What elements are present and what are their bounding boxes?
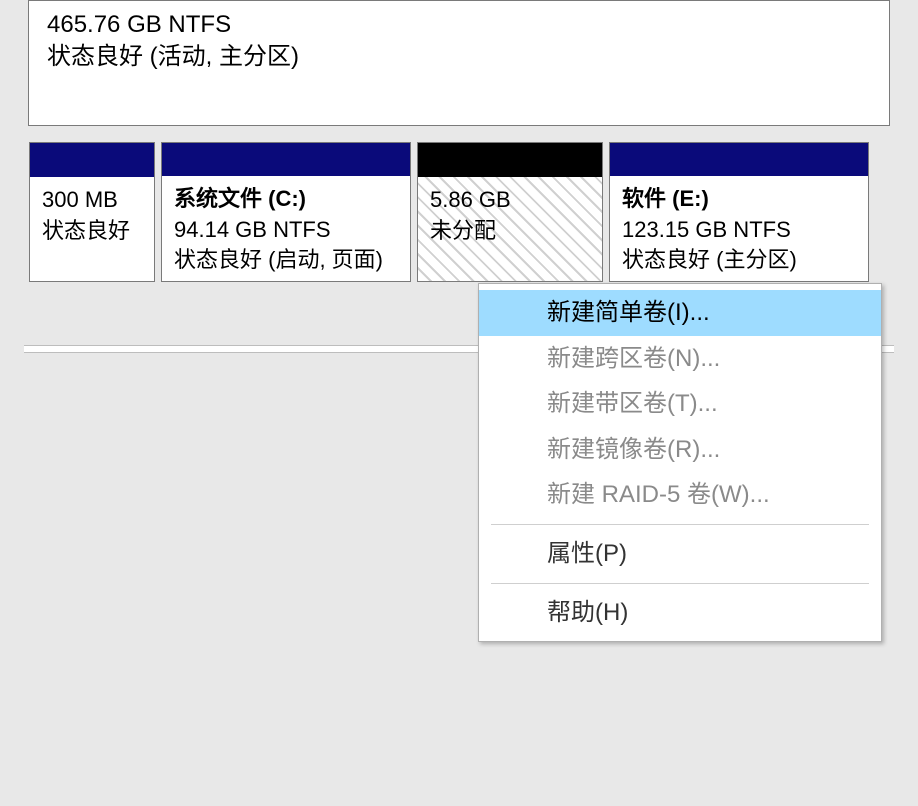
context-menu: 新建简单卷(I)... 新建跨区卷(N)... 新建带区卷(T)... 新建镜像… — [478, 283, 882, 642]
menu-new-raid5-volume[interactable]: 新建 RAID-5 卷(W)... — [479, 472, 881, 518]
menu-separator — [491, 583, 869, 584]
menu-new-simple-volume[interactable]: 新建简单卷(I)... — [479, 290, 881, 336]
partition-size: 300 MB — [42, 185, 142, 216]
partition-e-drive[interactable]: 软件 (E:) 123.15 GB NTFS 状态良好 (主分区) — [609, 142, 869, 282]
partition-header-bar — [418, 143, 602, 177]
upper-volume-size: 465.76 GB NTFS — [47, 9, 871, 41]
partition-title: 软件 (E:) — [622, 184, 856, 215]
partition-header-bar — [162, 143, 410, 176]
partition-c-drive[interactable]: 系统文件 (C:) 94.14 GB NTFS 状态良好 (启动, 页面) — [161, 142, 411, 282]
partition-status: 状态良好 — [42, 216, 142, 247]
partition-unallocated[interactable]: 5.86 GB 未分配 — [417, 142, 603, 282]
partition-status: 未分配 — [430, 216, 590, 247]
partition-reserved[interactable]: 300 MB 状态良好 — [29, 142, 155, 282]
partition-size: 123.15 GB NTFS — [622, 215, 856, 246]
upper-volume-panel[interactable]: 465.76 GB NTFS 状态良好 (活动, 主分区) — [28, 0, 890, 126]
menu-new-striped-volume[interactable]: 新建带区卷(T)... — [479, 381, 881, 427]
menu-new-spanned-volume[interactable]: 新建跨区卷(N)... — [479, 336, 881, 382]
partition-header-bar — [30, 143, 154, 177]
partition-status: 状态良好 (启动, 页面) — [174, 245, 398, 276]
partition-size: 5.86 GB — [430, 185, 590, 216]
disk-partition-row: 300 MB 状态良好 系统文件 (C:) 94.14 GB NTFS 状态良好… — [29, 142, 869, 282]
upper-volume-status: 状态良好 (活动, 主分区) — [47, 41, 871, 73]
partition-title: 系统文件 (C:) — [174, 184, 398, 215]
menu-new-mirrored-volume[interactable]: 新建镜像卷(R)... — [479, 427, 881, 473]
partition-status: 状态良好 (主分区) — [622, 245, 856, 276]
menu-help[interactable]: 帮助(H) — [479, 590, 881, 636]
menu-separator — [491, 524, 869, 525]
partition-header-bar — [610, 143, 868, 176]
partition-size: 94.14 GB NTFS — [174, 215, 398, 246]
menu-properties[interactable]: 属性(P) — [479, 531, 881, 577]
